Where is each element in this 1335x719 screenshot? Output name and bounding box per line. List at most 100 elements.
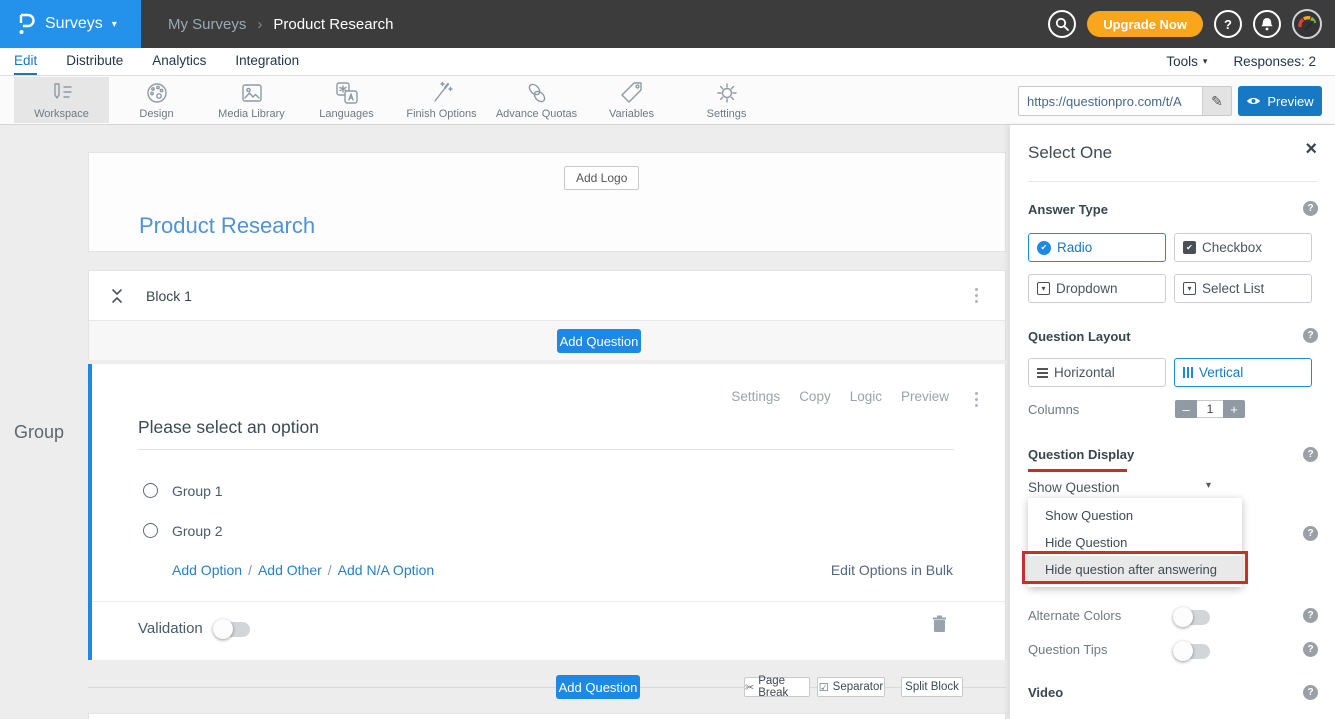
question-display-help-icon[interactable]: ?: [1303, 447, 1318, 462]
add-option-link[interactable]: Add Option: [172, 562, 242, 578]
panel-title: Select One: [1028, 143, 1112, 163]
columns-value[interactable]: 1: [1197, 400, 1223, 418]
question-tips-help-icon[interactable]: ?: [1303, 642, 1318, 657]
scissors-icon: ✂: [745, 681, 754, 694]
question-tips-toggle[interactable]: [1174, 644, 1210, 659]
option-radio-2[interactable]: [143, 523, 158, 538]
checkbox-icon: ☑: [819, 681, 829, 694]
page-break-button[interactable]: ✂ Page Break: [744, 677, 810, 697]
tab-edit[interactable]: Edit: [14, 48, 37, 75]
validation-toggle[interactable]: [214, 622, 250, 637]
add-logo-button[interactable]: Add Logo: [564, 166, 639, 190]
checkbox-icon: ✔: [1183, 241, 1196, 254]
notifications-button[interactable]: [1253, 10, 1281, 38]
toolbar-item-design[interactable]: Design: [109, 77, 204, 123]
tools-menu[interactable]: Tools ▾: [1166, 54, 1207, 69]
layout-horizontal-button[interactable]: Horizontal: [1028, 358, 1166, 387]
alternate-colors-help-icon[interactable]: ?: [1303, 608, 1318, 623]
chevron-down-icon: ▾: [1203, 56, 1208, 67]
tab-analytics[interactable]: Analytics: [152, 48, 206, 75]
menu-item-hide-after-answering[interactable]: Hide question after answering: [1028, 556, 1242, 583]
question-toolbar: Settings Copy Logic Preview: [731, 389, 949, 404]
collapse-block-icon[interactable]: [110, 288, 124, 304]
upgrade-now-button[interactable]: Upgrade Now: [1087, 11, 1203, 37]
question-text[interactable]: Please select an option: [138, 417, 319, 438]
menu-item-hide-question[interactable]: Hide Question: [1028, 529, 1242, 556]
help-button[interactable]: ?: [1214, 10, 1242, 38]
hidden-section-help-icon[interactable]: ?: [1303, 526, 1318, 541]
add-question-button-top[interactable]: Add Question: [557, 329, 641, 353]
slash-separator: /: [328, 562, 332, 578]
alternate-colors-toggle[interactable]: [1174, 610, 1210, 625]
eye-icon: [1246, 96, 1261, 106]
survey-title[interactable]: Product Research: [139, 213, 315, 239]
delete-question-icon[interactable]: [932, 615, 947, 633]
answer-type-checkbox-button[interactable]: ✔ Checkbox: [1174, 233, 1312, 262]
question-logic-link[interactable]: Logic: [850, 389, 882, 404]
gauge-avatar-icon: [1296, 13, 1318, 35]
translate-icon: [333, 80, 361, 106]
answer-type-dropdown-button[interactable]: ▾ Dropdown: [1028, 274, 1166, 303]
question-display-select[interactable]: Show Question: [1028, 480, 1218, 495]
product-menu-label: Surveys: [45, 15, 103, 33]
editor-toolbar: Workspace Design Media Library: [0, 76, 1335, 125]
answer-type-radio-button[interactable]: ✔ Radio: [1028, 233, 1166, 262]
toolbar-item-settings[interactable]: Settings: [679, 77, 774, 123]
add-question-button-bottom[interactable]: Add Question: [556, 675, 640, 699]
image-icon: [238, 80, 266, 106]
question-settings-link[interactable]: Settings: [731, 389, 780, 404]
add-other-link[interactable]: Add Other: [258, 562, 322, 578]
video-help-icon[interactable]: ?: [1303, 685, 1318, 700]
answer-type-help-icon[interactable]: ?: [1303, 201, 1318, 216]
toolbar-item-workspace[interactable]: Workspace: [14, 77, 109, 123]
menu-item-show-question[interactable]: Show Question: [1028, 502, 1242, 529]
survey-url-group: ✎: [1018, 86, 1232, 116]
questionpro-survey-editor: Surveys ▾ My Surveys › Product Research …: [0, 0, 1335, 719]
option-links: Add Option / Add Other / Add N/A Option: [172, 562, 434, 578]
split-block-button[interactable]: Split Block: [901, 677, 963, 697]
close-icon[interactable]: ×: [1305, 139, 1317, 159]
tab-integration[interactable]: Integration: [235, 48, 299, 75]
block-menu-icon[interactable]: [972, 285, 981, 306]
option-label-2[interactable]: Group 2: [172, 523, 223, 539]
question-copy-link[interactable]: Copy: [799, 389, 831, 404]
answer-type-select-list-button[interactable]: ▾ Select List: [1174, 274, 1312, 303]
breadcrumb-parent[interactable]: My Surveys: [168, 16, 246, 33]
preview-button[interactable]: Preview: [1238, 86, 1322, 116]
vertical-bars-icon: [1183, 367, 1193, 378]
columns-decrement-button[interactable]: –: [1175, 400, 1197, 418]
question-layout-label: Question Layout: [1028, 329, 1131, 344]
product-menu[interactable]: Surveys ▾: [0, 0, 141, 48]
account-avatar[interactable]: [1292, 9, 1322, 39]
separator-button[interactable]: ☑ Separator: [817, 677, 885, 697]
edit-url-button[interactable]: ✎: [1202, 87, 1231, 115]
toolbar-item-finish-options[interactable]: Finish Options: [394, 77, 489, 123]
tag-icon: [618, 80, 646, 106]
toolbar-item-languages[interactable]: Languages: [299, 77, 394, 123]
edit-options-in-bulk-link[interactable]: Edit Options in Bulk: [831, 562, 953, 578]
columns-increment-button[interactable]: +: [1223, 400, 1245, 418]
block-title[interactable]: Block 1: [146, 271, 192, 321]
toolbar-item-media-library[interactable]: Media Library: [204, 77, 299, 123]
question-layout-help-icon[interactable]: ?: [1303, 328, 1318, 343]
layout-vertical-button[interactable]: Vertical: [1174, 358, 1312, 387]
search-button[interactable]: [1048, 10, 1076, 38]
question-preview-link[interactable]: Preview: [901, 389, 949, 404]
radio-selected-icon: ✔: [1037, 241, 1051, 255]
palette-icon: [143, 80, 171, 106]
topbar-actions: Upgrade Now ?: [1048, 0, 1322, 48]
question-text-underline: [138, 449, 954, 450]
toolbar-item-advance-quotas[interactable]: Advance Quotas: [489, 77, 584, 123]
chain-links-icon: [523, 80, 551, 106]
question-menu-icon[interactable]: [972, 389, 981, 410]
survey-header-card: Add Logo Product Research: [88, 152, 1006, 252]
toolbar-item-variables[interactable]: Variables: [584, 77, 679, 123]
responses-count[interactable]: Responses: 2: [1233, 54, 1316, 69]
question-divider: [92, 601, 1005, 602]
option-label-1[interactable]: Group 1: [172, 483, 223, 499]
add-na-option-link[interactable]: Add N/A Option: [338, 562, 435, 578]
survey-url-input[interactable]: [1019, 87, 1202, 115]
select-caret-icon[interactable]: ▾: [1206, 480, 1211, 491]
tab-distribute[interactable]: Distribute: [66, 48, 123, 75]
option-radio-1[interactable]: [143, 483, 158, 498]
